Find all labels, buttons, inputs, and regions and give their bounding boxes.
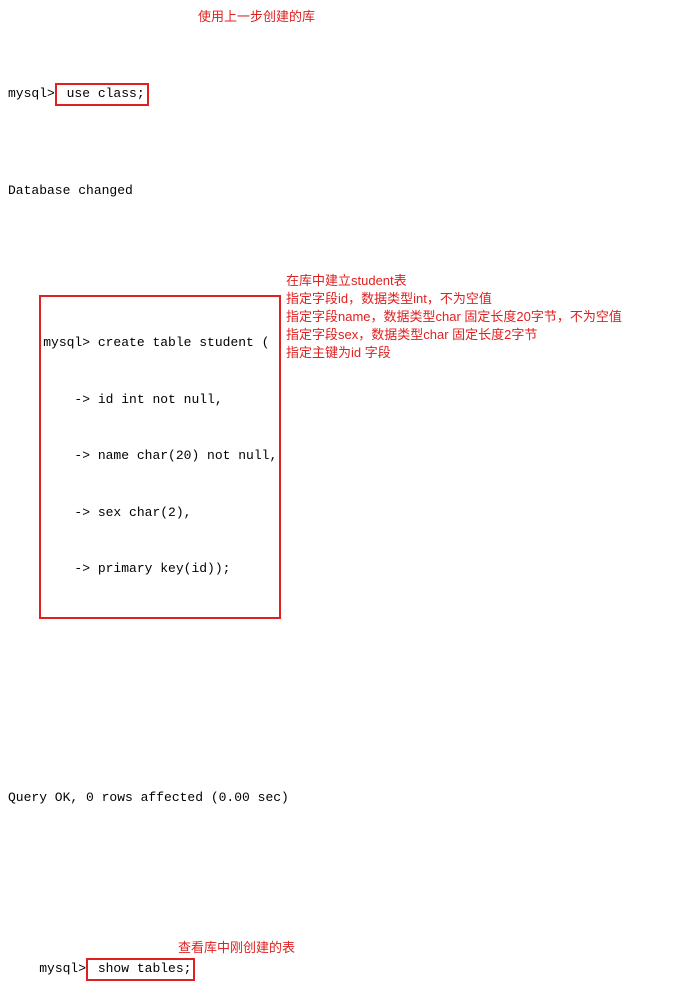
anno-use-class: 使用上一步创建的库	[198, 8, 315, 27]
cmd-create-id: id int not null,	[90, 392, 223, 407]
terminal-output: mysql> use class; 使用上一步创建的库 Database cha…	[8, 8, 666, 1000]
anno-sex-field: 指定字段sex，数据类型char 固定长度2字节	[286, 326, 537, 345]
anno-name-field: 指定字段name，数据类型char 固定长度20字节，不为空值	[286, 308, 622, 327]
mysql-prompt: mysql>	[8, 86, 55, 101]
cmd-create-name: name char(20) not null,	[90, 448, 277, 463]
db-changed: Database changed	[8, 182, 666, 201]
cmd-create-head: create table student (	[90, 335, 269, 350]
cmd-create-pk: primary key(id));	[90, 561, 230, 576]
cmd-use-class: use class;	[55, 83, 149, 106]
anno-create-table: 在库中建立student表	[286, 272, 407, 291]
cmd-show-tables: show tables;	[86, 958, 195, 981]
query-ok: Query OK, 0 rows affected (0.00 sec)	[8, 789, 666, 808]
anno-id-field: 指定字段id，数据类型int，不为空值	[286, 290, 492, 309]
cmd-create-sex: sex char(2),	[90, 505, 191, 520]
anno-pk-field: 指定主键为id 字段	[286, 344, 391, 363]
anno-show-tables: 查看库中刚创建的表	[178, 939, 295, 958]
